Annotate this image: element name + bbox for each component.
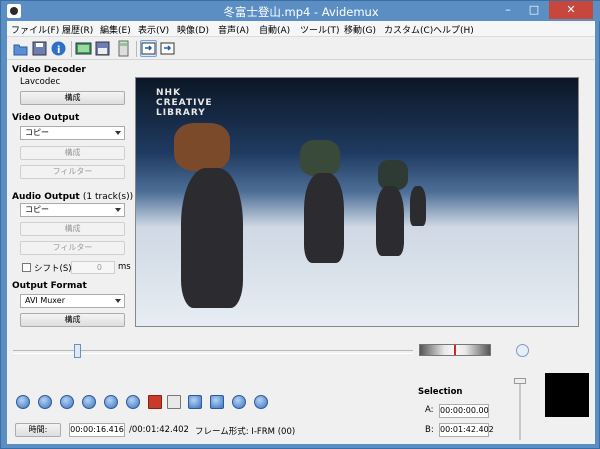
menu-edit[interactable]: 編集(E) [100, 23, 131, 36]
audio-meter [545, 373, 589, 417]
frame-type: フレーム形式: I-FRM (00) [195, 427, 296, 437]
minimize-button[interactable]: – [495, 1, 521, 19]
selection-heading: Selection [418, 387, 463, 397]
shift-unit: ms [118, 262, 131, 272]
video-preview: NHK CREATIVE LIBRARY [135, 77, 579, 327]
next-frame-icon[interactable] [82, 395, 96, 409]
timeline-thumb[interactable] [74, 344, 81, 358]
current-time-field[interactable]: 00:00:16.416 [69, 423, 125, 437]
chevron-down-icon [115, 131, 121, 135]
open-icon[interactable] [12, 40, 29, 57]
hiker-backpack [174, 123, 230, 171]
chevron-down-icon [115, 208, 121, 212]
chevron-down-icon [115, 299, 121, 303]
marker-b-label: B: [425, 425, 434, 435]
menu-tools[interactable]: ツール(T) [300, 23, 340, 36]
audio-output-heading: Audio Output (1 track(s)) [12, 192, 134, 202]
total-time: /00:01:42.402 [129, 425, 189, 435]
volume-slider[interactable] [519, 378, 521, 440]
menu-audio[interactable]: 音声(A) [218, 23, 249, 36]
jog-shuttle[interactable] [419, 344, 491, 356]
set-marker-b-icon[interactable] [167, 395, 181, 409]
set-marker-a-icon[interactable] [148, 395, 162, 409]
maximize-button[interactable]: □ [521, 1, 547, 19]
client-area: ファイル(F) 履歴(R) 編集(E) 表示(V) 映像(D) 音声(A) 自動… [7, 21, 595, 444]
toolbar: i [7, 38, 595, 60]
output-format-config-button[interactable]: 構成 [20, 313, 125, 327]
video-output-heading: Video Output [12, 113, 80, 123]
menu-custom[interactable]: カスタム(C) [384, 23, 433, 36]
marker-b-field[interactable]: 00:01:42.402 [439, 423, 494, 437]
goto-marker-b-icon[interactable] [210, 395, 224, 409]
prev-keyframe-icon[interactable] [104, 395, 118, 409]
hiker-backpack [300, 140, 340, 176]
audio-output-config-button[interactable]: 構成 [20, 222, 125, 236]
output-icon[interactable] [159, 40, 176, 57]
jog-indicator [454, 345, 456, 355]
time-button[interactable]: 時間: [15, 423, 61, 437]
close-button[interactable]: ✕ [549, 1, 593, 19]
audio-output-select[interactable]: コピー [20, 203, 125, 217]
svg-text:i: i [57, 45, 60, 56]
goto-end-icon[interactable] [254, 395, 268, 409]
marker-a-label: A: [425, 405, 434, 415]
audio-filter-button[interactable]: フィルター [20, 241, 125, 255]
goto-marker-a-icon[interactable] [188, 395, 202, 409]
save-icon[interactable] [31, 40, 48, 57]
input-icon[interactable] [140, 40, 157, 57]
save-video-icon[interactable] [94, 40, 111, 57]
hiker-figure [410, 186, 426, 226]
timeline-slider[interactable] [13, 350, 413, 354]
menu-auto[interactable]: 自動(A) [259, 23, 290, 36]
hiker-figure [376, 186, 404, 256]
shift-spinbox[interactable]: 0 [71, 261, 115, 274]
output-format-select[interactable]: AVI Muxer [20, 294, 125, 308]
hiker-figure [181, 168, 243, 308]
info-icon[interactable]: i [50, 40, 67, 57]
video-output-value: コピー [25, 128, 49, 137]
video-output-select[interactable]: コピー [20, 126, 125, 140]
menu-bar: ファイル(F) 履歴(R) 編集(E) 表示(V) 映像(D) 音声(A) 自動… [7, 21, 595, 37]
play-icon[interactable] [16, 395, 30, 409]
calc-icon[interactable] [115, 40, 132, 57]
menu-go[interactable]: 移動(G) [344, 23, 376, 36]
volume-thumb[interactable] [514, 378, 526, 384]
settings-panel: Video Decoder Lavcodec 構成 Video Output コ… [7, 62, 135, 332]
video-output-config-button[interactable]: 構成 [20, 146, 125, 160]
decoder-codec: Lavcodec [20, 77, 61, 87]
menu-view[interactable]: 表示(V) [138, 23, 169, 36]
prev-frame-icon[interactable] [60, 395, 74, 409]
next-keyframe-icon[interactable] [126, 395, 140, 409]
menu-help[interactable]: ヘルプ(H) [433, 23, 474, 36]
menu-video[interactable]: 映像(D) [177, 23, 209, 36]
shift-checkbox[interactable] [22, 263, 31, 272]
goto-start-icon[interactable] [232, 395, 246, 409]
broadcaster-logo: NHK CREATIVE LIBRARY [156, 88, 213, 118]
hiker-figure [304, 173, 344, 263]
video-decoder-heading: Video Decoder [12, 65, 86, 75]
menu-file[interactable]: ファイル(F) [11, 23, 59, 36]
output-format-heading: Output Format [12, 281, 87, 291]
menu-history[interactable]: 履歴(R) [62, 23, 93, 36]
volume-icon[interactable] [516, 344, 529, 357]
toolbar-separator [136, 41, 137, 57]
title-bar: 冬富士登山.mp4 - Avidemux – □ ✕ [1, 1, 600, 21]
decoder-config-button[interactable]: 構成 [20, 91, 125, 105]
app-window: 冬富士登山.mp4 - Avidemux – □ ✕ ファイル(F) 履歴(R)… [0, 0, 600, 449]
output-format-value: AVI Muxer [25, 296, 66, 305]
audio-output-value: コピー [25, 205, 49, 214]
video-filter-button[interactable]: フィルター [20, 165, 125, 179]
shift-label: シフト(S): [34, 264, 75, 274]
marker-a-field[interactable]: 00:00:00.00 [439, 404, 489, 418]
stop-icon[interactable] [38, 395, 52, 409]
open-video-icon[interactable] [75, 40, 92, 57]
toolbar-separator [71, 41, 72, 57]
